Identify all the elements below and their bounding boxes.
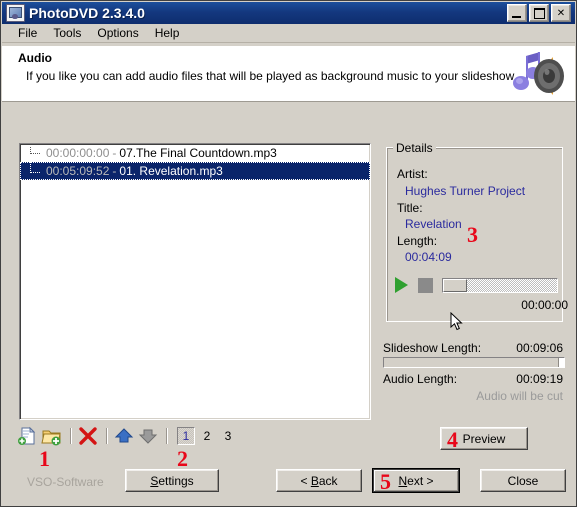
- list-toolbar: 1 2 3: [17, 425, 240, 447]
- menu-item-file[interactable]: File: [10, 24, 45, 43]
- toolbar-separator: [70, 428, 72, 444]
- title-value: Revelation: [405, 217, 462, 231]
- photodvd-window: PhotoDVD 2.3.4.0 ✕ File Tools Options He…: [0, 0, 577, 507]
- elapsed-time: 00:00:00: [521, 298, 568, 312]
- move-down-icon[interactable]: [137, 426, 159, 446]
- annotation-1: 1: [39, 446, 50, 471]
- add-file-icon[interactable]: [17, 426, 39, 446]
- menu-item-options[interactable]: Options: [89, 24, 146, 43]
- close-button[interactable]: ✕: [551, 4, 571, 22]
- audio-speaker-note-icon: [513, 52, 564, 95]
- close-dialog-button-label: Close: [507, 473, 539, 488]
- move-up-icon[interactable]: [113, 426, 135, 446]
- length-value: 00:04:09: [405, 250, 452, 264]
- audio-file-list[interactable]: 00:00:00:00 - 07.The Final Countdown.mp3…: [19, 143, 371, 420]
- length-progress-bar: [383, 357, 565, 368]
- maximize-button[interactable]: [529, 4, 549, 22]
- maximize-icon: [530, 5, 548, 21]
- back-button-label: < Back: [300, 473, 338, 488]
- window-title: PhotoDVD 2.3.4.0: [29, 5, 145, 21]
- list-item-separator: -: [112, 164, 117, 178]
- slideshow-length-label: Slideshow Length:: [383, 341, 482, 355]
- toolbar-separator: [106, 428, 108, 444]
- details-legend: Details: [393, 141, 436, 155]
- preview-button[interactable]: Preview: [440, 427, 528, 450]
- page-tab-1[interactable]: 1: [177, 427, 195, 445]
- page-selector: 1 2 3: [177, 427, 240, 445]
- menu-item-help[interactable]: Help: [147, 24, 188, 43]
- vso-software-label: VSO-Software: [27, 475, 104, 489]
- length-label: Length:: [397, 234, 438, 248]
- photo-dvd-icon: [6, 4, 25, 22]
- stop-button[interactable]: [418, 278, 433, 293]
- page-tab-3[interactable]: 3: [219, 427, 237, 445]
- audio-length-label: Audio Length:: [383, 372, 458, 386]
- length-progress-fill: [384, 358, 559, 367]
- seek-slider[interactable]: [442, 278, 558, 293]
- list-item-time: 00:05:09:52: [46, 164, 110, 178]
- page-title: Audio: [18, 51, 52, 65]
- add-folder-icon[interactable]: [41, 426, 63, 446]
- artist-value: Hughes Turner Project: [405, 184, 526, 198]
- menu-bar: File Tools Options Help: [2, 24, 575, 43]
- artist-label: Artist:: [397, 167, 428, 181]
- title-bar: PhotoDVD 2.3.4.0 ✕: [2, 2, 575, 24]
- list-item-separator: -: [112, 146, 117, 160]
- back-button[interactable]: < Back: [276, 469, 362, 492]
- list-item-time: 00:00:00:00: [46, 146, 110, 160]
- header-banner: Audio If you like you can add audio file…: [2, 46, 575, 102]
- list-item[interactable]: 00:00:00:00 - 07.The Final Countdown.mp3: [20, 144, 370, 162]
- minimize-button[interactable]: [507, 4, 527, 22]
- next-button-label: Next >: [398, 473, 434, 488]
- close-icon: ✕: [556, 7, 566, 19]
- list-item-filename: 07.The Final Countdown.mp3: [119, 146, 277, 160]
- toolbar-separator: [166, 428, 168, 444]
- audio-length-value: 00:09:19: [516, 372, 563, 386]
- tree-line-icon: [30, 162, 40, 173]
- delete-icon[interactable]: [77, 426, 99, 446]
- page-tab-2[interactable]: 2: [198, 427, 216, 445]
- next-button[interactable]: Next >: [373, 469, 459, 492]
- seek-slider-thumb[interactable]: [443, 279, 467, 292]
- play-button[interactable]: [393, 276, 411, 294]
- settings-button-label: Settings: [150, 473, 194, 488]
- list-item-filename: 01. Revelation.mp3: [119, 164, 223, 178]
- annotation-2: 2: [177, 446, 188, 471]
- page-subtitle: If you like you can add audio files that…: [26, 69, 515, 83]
- play-icon: [395, 277, 408, 293]
- list-item[interactable]: 00:05:09:52 - 01. Revelation.mp3: [20, 162, 370, 180]
- slideshow-length-value: 00:09:06: [516, 341, 563, 355]
- minimize-icon: [508, 5, 526, 21]
- tree-line-icon: [30, 147, 40, 154]
- audio-cut-warning: Audio will be cut: [476, 389, 563, 403]
- window-controls: ✕: [507, 4, 573, 22]
- title-label: Title:: [397, 201, 423, 215]
- menu-item-tools[interactable]: Tools: [45, 24, 89, 43]
- settings-button[interactable]: Settings: [125, 469, 219, 492]
- close-dialog-button[interactable]: Close: [480, 469, 566, 492]
- preview-button-label: Preview: [462, 431, 506, 446]
